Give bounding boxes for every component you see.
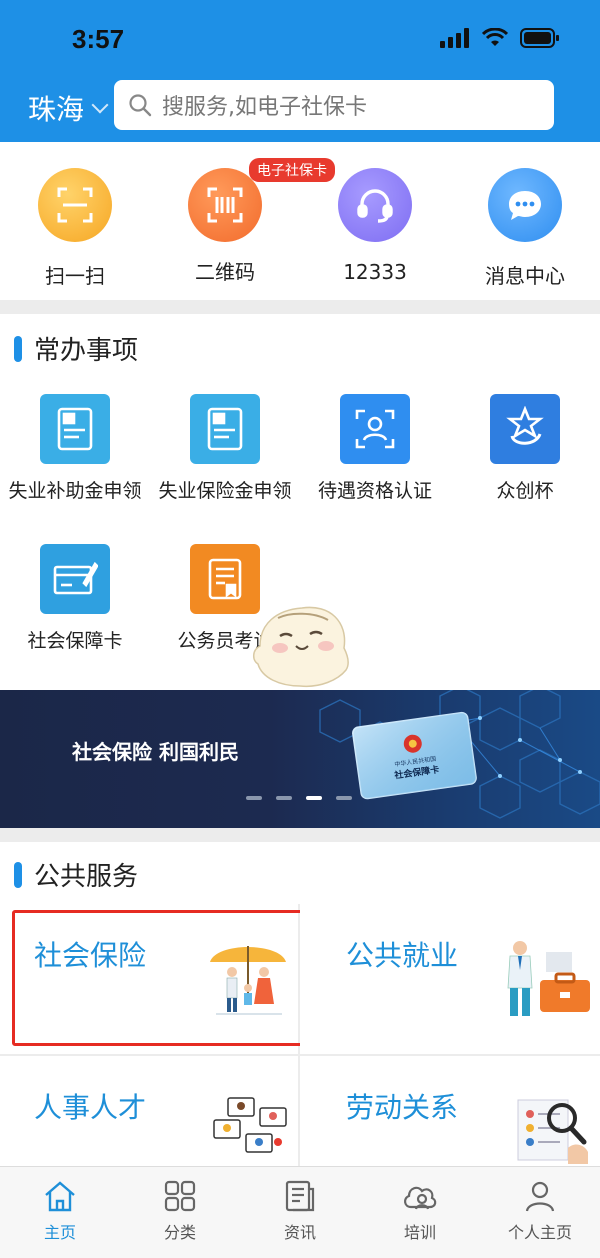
ss-card-graphic: 中华人民共和国 社会保障卡 [352,711,477,800]
qrcode-button[interactable]: 电子社保卡 二维码 [165,158,335,285]
tab-category[interactable]: 分类 [120,1167,240,1258]
tab-profile[interactable]: 个人主页 [480,1167,600,1258]
common-items-title-text: 常办事项 [34,336,139,366]
umbrella-family-icon [210,946,286,1015]
tab-news-label: 资讯 [283,1223,316,1242]
unemployment-insurance-item[interactable]: 失业保险金申领 [150,394,300,503]
search-input[interactable]: 搜服务,如电子社保卡 [114,80,554,130]
user-icon [525,1181,555,1212]
card-icon [40,544,110,614]
grid-icon [164,1180,196,1212]
carousel-dot[interactable] [246,796,262,800]
social-insurance-label: 社会保险 [34,939,147,972]
public-services-title: 公共服务 [14,856,138,893]
carousel-dot[interactable] [336,796,352,800]
message-center-label: 消息中心 [485,264,565,288]
status-time: 3:57 [72,24,125,54]
public-services-title-text: 公共服务 [34,862,139,892]
social-insurance-card[interactable]: 社会保险 [0,904,298,1054]
news-icon [285,1180,315,1212]
tab-category-label: 分类 [163,1223,196,1242]
hr-talent-card[interactable]: 人事人才 [0,1056,298,1166]
mascot-sticker[interactable] [250,600,354,692]
public-services-grid: 社会保险 公共就业 人事人才 劳动关系 [0,904,600,1166]
tab-profile-label: 个人主页 [507,1223,572,1242]
document-icon [40,394,110,464]
tab-training-label: 培训 [403,1223,436,1242]
promo-banner[interactable]: 中华人民共和国 社会保障卡 社会保险 利国利民 [0,690,600,828]
public-employment-card[interactable]: 公共就业 [300,904,600,1054]
qrcode-label: 二维码 [195,260,255,284]
public-employment-label: 公共就业 [346,939,459,972]
tab-home-label: 主页 [43,1223,76,1242]
social-security-card-item[interactable]: 社会保障卡 [0,544,150,653]
tab-training[interactable]: 培训 [360,1167,480,1258]
hr-talent-label: 人事人才 [34,1091,147,1124]
common-items-title: 常办事项 [14,330,138,367]
section-bar [14,861,22,888]
document-icon [190,394,260,464]
tab-home[interactable]: 主页 [0,1167,120,1258]
hotline-label: 12333 [343,260,407,284]
face-scan-icon [340,394,410,464]
labor-relations-label: 劳动关系 [346,1091,459,1124]
talent-icon [213,1097,287,1153]
wifi-icon [482,28,508,46]
battery-icon [520,28,559,48]
social-security-card-label: 社会保障卡 [27,630,123,652]
labor-relations-icon [517,1099,588,1164]
zhongchuang-cup-label: 众创杯 [496,480,554,502]
headset-icon [338,168,412,242]
signal-icon [440,28,469,48]
scan-icon [38,168,112,242]
unemployment-insurance-label: 失业保险金申领 [158,480,292,502]
message-center-button[interactable]: 消息中心 [465,168,585,289]
scan-label: 扫一扫 [45,264,105,288]
app-header: 3:57 珠海 搜服务,如电子社保卡 [0,0,600,142]
employment-icon [507,941,590,1016]
banner-slogan: 社会保险 利国利民 [72,740,239,764]
labor-relations-card[interactable]: 劳动关系 [300,1056,600,1166]
qrcode-icon [188,168,262,242]
search-icon [129,94,152,117]
qualification-auth-label: 待遇资格认证 [317,480,432,502]
city-label: 珠海 [28,93,85,126]
hotline-button[interactable]: 12333 [315,168,435,284]
chevron-down-icon [91,96,109,114]
hex-network-graphic: 中华人民共和国 社会保障卡 [319,690,600,819]
message-icon [488,168,562,242]
quick-actions: 扫一扫 电子社保卡 二维码 12333 消息中心 [0,142,600,300]
trophy-logo-icon [490,394,560,464]
unemployment-subsidy-item[interactable]: 失业补助金申领 [0,394,150,503]
qualification-auth-item[interactable]: 待遇资格认证 [300,394,450,503]
carousel-dots[interactable] [246,796,352,800]
search-placeholder: 搜服务,如电子社保卡 [162,95,367,120]
scan-button[interactable]: 扫一扫 [15,168,135,289]
training-icon [404,1186,437,1210]
section-bar [14,335,22,362]
bottom-tabbar: 主页 分类 资讯 培训 个人主页 [0,1166,600,1258]
carousel-dot-active[interactable] [306,796,322,800]
carousel-dot[interactable] [276,796,292,800]
status-icons [440,28,560,48]
city-selector[interactable]: 珠海 [28,88,109,128]
tab-news[interactable]: 资讯 [240,1167,360,1258]
unemployment-subsidy-label: 失业补助金申领 [8,480,142,502]
zhongchuang-cup-item[interactable]: 众创杯 [450,394,600,503]
home-icon [45,1181,75,1212]
